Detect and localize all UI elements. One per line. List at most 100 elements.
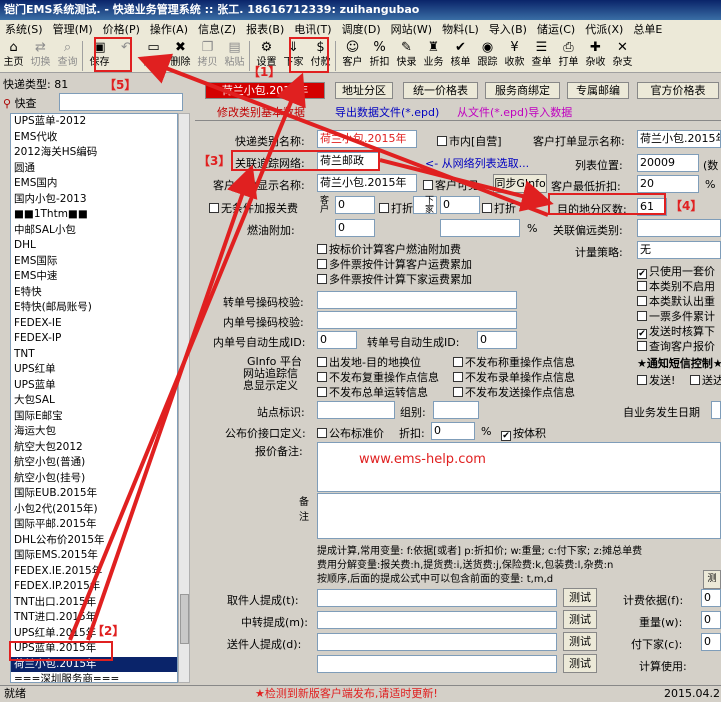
list-scrollbar[interactable] — [178, 113, 190, 683]
toolbar-button-5[interactable]: ▭ 清除 — [140, 39, 167, 72]
no-master-checkbox[interactable]: 不发布总单运转信息 — [317, 384, 428, 400]
toolbar-button-20[interactable]: ⎙ 打单 — [555, 39, 582, 72]
sync-ginfo-button[interactable]: 同步GInfo — [493, 174, 547, 193]
downstream-discount-checkbox[interactable]: 打折 — [482, 200, 516, 216]
menu-item-8[interactable]: 网站(W) — [386, 20, 437, 39]
menu-item-4[interactable]: 信息(Z) — [193, 20, 241, 39]
toolbar-button-15[interactable]: ♜ 业务 — [420, 39, 447, 72]
tab-address-zone[interactable]: 地址分区 — [335, 82, 393, 99]
client-fee-input[interactable]: 0 — [335, 196, 375, 214]
toolbar-button-22[interactable]: ✕ 杂支 — [609, 39, 636, 72]
list-item[interactable]: TNT — [11, 347, 177, 363]
group-input[interactable] — [433, 401, 479, 419]
min-discount-input[interactable]: 20 — [637, 175, 699, 193]
top-test-button[interactable]: 测试 — [703, 570, 721, 601]
sms-send-checkbox[interactable]: 发送! — [637, 372, 675, 388]
menu-item-1[interactable]: 管理(M) — [48, 20, 98, 39]
scrollbar-thumb[interactable] — [180, 594, 189, 644]
no-entry-checkbox[interactable]: 不发布录单操作点信息 — [453, 369, 575, 385]
list-item[interactable]: 国内小包-2013 — [11, 192, 177, 208]
list-item[interactable]: UPS蓝单-2012 — [11, 114, 177, 130]
menu-item-11[interactable]: 储运(C) — [532, 20, 580, 39]
network-hint[interactable]: <- 从网络列表选取... — [425, 155, 529, 171]
list-item[interactable]: EMS国际 — [11, 254, 177, 270]
tab-dedicated-zip[interactable]: 专属邮编 — [567, 82, 629, 99]
client-entry-input[interactable]: 荷兰小包.2015年 — [317, 174, 417, 192]
downstream-fee-input[interactable]: 0 — [440, 196, 480, 214]
related-remote-input[interactable] — [637, 219, 721, 237]
list-item[interactable]: UPS蓝单 — [11, 378, 177, 394]
trans-auto-input[interactable]: 0 — [477, 331, 517, 349]
list-item[interactable]: ■■1Thtm■■ — [11, 207, 177, 223]
trans-check-input[interactable] — [317, 291, 517, 309]
opt-send-check[interactable]: ✔ 发送时核算下 — [637, 323, 715, 339]
subtab-export-epd[interactable]: 导出数据文件(*.epd) — [335, 104, 439, 120]
tab-unified-price[interactable]: 统一价格表 — [403, 82, 478, 99]
fuel-std-checkbox[interactable]: 按标价计算客户燃油附加费 — [317, 241, 461, 257]
tab-active-category[interactable]: 荷兰小包.2015年 — [205, 82, 325, 99]
inner-auto-input[interactable]: 0 — [317, 331, 357, 349]
list-item[interactable]: 大包SAL — [11, 393, 177, 409]
calc-basis-input[interactable]: 0 — [701, 589, 721, 607]
toolbar-button-7[interactable]: ❐ 拷贝 — [194, 39, 221, 72]
list-item[interactable]: FEDEX.IE.2015年 — [11, 564, 177, 580]
express-type-list[interactable]: UPS蓝单-2012 EMS代收 2012海关HS编码 圆通 EMS国内 国内小包-201… — [10, 113, 178, 683]
list-item[interactable]: EMS国内 — [11, 176, 177, 192]
list-item[interactable]: DHL — [11, 238, 177, 254]
toolbar-button-12[interactable]: ☺ 客户 — [339, 39, 366, 72]
menu-item-13[interactable]: 总单E — [628, 20, 667, 39]
toolbar-button-8[interactable]: ▤ 粘贴 — [221, 39, 248, 72]
menu-item-5[interactable]: 报表(B) — [241, 20, 289, 39]
opt-single-price[interactable]: ✔ 只使用一套价 — [637, 263, 715, 279]
sms-delivered-checkbox[interactable]: 送达 — [690, 372, 721, 388]
list-item[interactable]: 航空小包(普通) — [11, 455, 177, 471]
tab-provider-binding[interactable]: 服务商绑定 — [485, 82, 560, 99]
toolbar-button-1[interactable]: ⇄ 切换 — [27, 39, 54, 72]
list-item[interactable]: 中邮SAL小包 — [11, 223, 177, 239]
toolbar-button-6[interactable]: ✖ 删除 — [167, 39, 194, 72]
toolbar-button-18[interactable]: ¥ 收款 — [501, 39, 528, 72]
take-commission-input[interactable] — [317, 589, 557, 607]
self-biz-input[interactable] — [711, 401, 721, 419]
menu-item-0[interactable]: 系统(S) — [0, 20, 48, 39]
multi-client-checkbox[interactable]: 多件票按件计算客户运费累加 — [317, 256, 472, 272]
client-discount-checkbox[interactable]: 打折 — [379, 200, 413, 216]
list-item[interactable]: FEDEX.IP.2015年 — [11, 579, 177, 595]
toolbar-button-17[interactable]: ◉ 跟踪 — [474, 39, 501, 72]
extra-commission-input[interactable] — [317, 655, 557, 673]
list-item[interactable]: 航空大包2012 — [11, 440, 177, 456]
list-item[interactable]: ===深圳服务商=== — [11, 672, 177, 682]
list-item[interactable]: EMS中速 — [11, 269, 177, 285]
swap-origin-checkbox[interactable]: 出发地-目的地换位 — [317, 354, 421, 370]
list-item[interactable]: 国际EMS.2015年 — [11, 548, 177, 564]
menu-item-7[interactable]: 调度(D) — [337, 20, 386, 39]
opt-multi-sum[interactable]: 一票多件累计 — [637, 308, 715, 324]
fuel-input[interactable]: 0 — [335, 219, 375, 237]
opt-default-weight[interactable]: 本类默认出重 — [637, 293, 715, 309]
menu-item-3[interactable]: 操作(A) — [145, 20, 193, 39]
list-item[interactable]: 2012海关HS编码 — [11, 145, 177, 161]
pay-down-input[interactable]: 0 — [701, 633, 721, 651]
list-item[interactable]: 国际平邮.2015年 — [11, 517, 177, 533]
opt-query-quote[interactable]: 查询客户报价 — [637, 338, 715, 354]
client-visible-checkbox[interactable]: 客户可见 — [423, 177, 479, 193]
toolbar-button-0[interactable]: ⌂ 主页 — [0, 39, 27, 72]
list-item[interactable]: 圆通 — [11, 161, 177, 177]
toolbar-button-19[interactable]: ☰ 查单 — [528, 39, 555, 72]
tab-official-price[interactable]: 官方价格表 — [637, 82, 719, 99]
fuel-fee-checkbox[interactable]: 无条件加报关费 — [209, 200, 298, 216]
list-item[interactable]: EMS代收 — [11, 130, 177, 146]
pub-discount-input[interactable]: 0 — [431, 422, 475, 440]
subtab-import-epd[interactable]: 从文件(*.epd)导入数据 — [457, 104, 572, 120]
list-item[interactable]: FEDEX-IE — [11, 316, 177, 332]
extra-test-button[interactable]: 测试 — [563, 654, 597, 673]
pub-std-checkbox[interactable]: 公布标准价 — [317, 425, 384, 441]
no-send-checkbox[interactable]: 不发布发送操作点信息 — [453, 384, 575, 400]
market-checkbox[interactable]: 市内[自营] — [437, 133, 502, 149]
fuel-down-input[interactable] — [440, 219, 520, 237]
category-name-input[interactable]: 荷兰小包.2015年 — [317, 130, 417, 148]
menu-item-12[interactable]: 代派(X) — [580, 20, 628, 39]
list-item[interactable]: 小包2代(2015年) — [11, 502, 177, 518]
quote-remark-textarea[interactable] — [317, 442, 721, 492]
opt-disable[interactable]: 本类别不启用 — [637, 278, 715, 294]
